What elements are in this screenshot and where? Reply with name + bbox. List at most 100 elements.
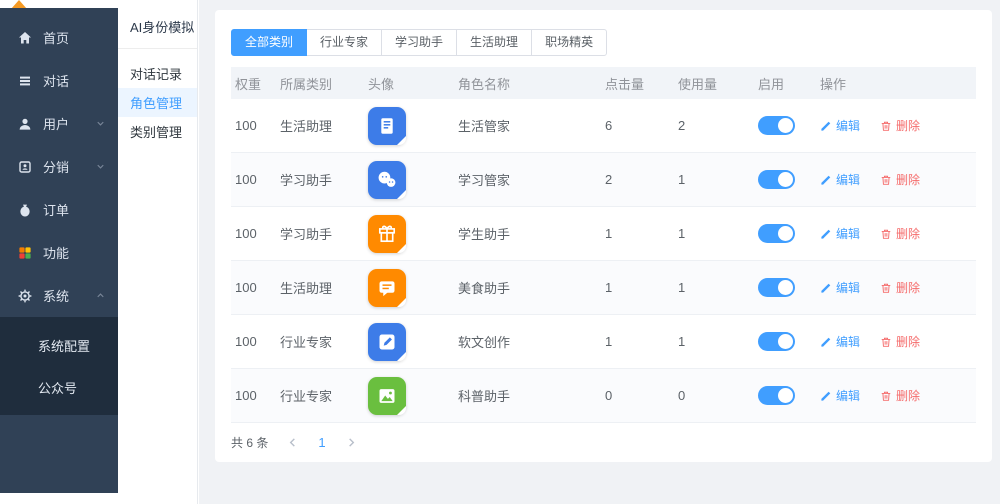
sidebar-item-system[interactable]: 系统 <box>0 274 118 317</box>
chevron-down-icon <box>97 164 104 169</box>
trash-icon <box>881 175 891 185</box>
table-row: 100 生活助理 生活管家 6 2 编辑 删除 <box>231 99 976 153</box>
enable-toggle[interactable] <box>758 224 795 243</box>
edit-button[interactable]: 编辑 <box>820 225 860 242</box>
enable-toggle[interactable] <box>758 170 795 189</box>
delete-button[interactable]: 删除 <box>880 117 920 134</box>
edit-button[interactable]: 编辑 <box>820 171 860 188</box>
edit-button[interactable]: 编辑 <box>820 387 860 404</box>
trash-icon <box>881 283 891 293</box>
clicks-value: 2 <box>605 172 613 187</box>
delete-button[interactable]: 删除 <box>880 225 920 242</box>
page: 首页 对话 用户 分销 订单 功能 系统 系统配置 公众号 AI身份模拟 对话记… <box>0 0 1000 504</box>
edit-label: 编辑 <box>836 281 861 295</box>
edit-button[interactable]: 编辑 <box>820 279 860 296</box>
features-grid-icon <box>19 246 31 259</box>
col-usage: 使用量 <box>678 76 718 92</box>
clicks-value: 6 <box>605 118 613 133</box>
weight-value: 100 <box>235 280 257 295</box>
tab-workplace-elite[interactable]: 职场精英 <box>531 29 608 56</box>
weight-value: 100 <box>235 388 257 403</box>
toggle-knob <box>778 334 793 349</box>
col-weight: 权重 <box>235 76 262 92</box>
delete-label: 删除 <box>896 335 921 349</box>
prev-page-button[interactable] <box>283 434 301 452</box>
usage-value: 1 <box>678 334 686 349</box>
role-avatar <box>368 160 406 199</box>
col-avatar: 头像 <box>368 76 395 92</box>
sidebar-item-users[interactable]: 用户 <box>0 102 118 145</box>
role-name: 科普助手 <box>458 389 511 404</box>
enable-toggle[interactable] <box>758 278 795 297</box>
trash-icon <box>881 121 891 131</box>
col-enabled: 启用 <box>758 76 785 92</box>
sidebar-item-chat[interactable]: 对话 <box>0 59 118 102</box>
role-name: 美食助手 <box>458 281 511 296</box>
delete-button[interactable]: 删除 <box>880 171 920 188</box>
tab-all-categories[interactable]: 全部类别 <box>231 29 308 56</box>
edit-label: 编辑 <box>836 119 861 133</box>
main-area: 全部类别 行业专家 学习助手 生活助理 职场精英 权重 所属类别 头像 角色名称… <box>199 0 1000 504</box>
edit-label: 编辑 <box>836 173 861 187</box>
content-card: 全部类别 行业专家 学习助手 生活助理 职场精英 权重 所属类别 头像 角色名称… <box>215 10 992 462</box>
sidebar-item-home[interactable]: 首页 <box>0 16 118 59</box>
panel-item-role-management[interactable]: 角色管理 <box>118 88 197 117</box>
pencil-icon <box>821 121 831 131</box>
sub-item-label: 系统配置 <box>38 338 91 354</box>
wechat-icon <box>378 171 396 187</box>
delete-button[interactable]: 删除 <box>880 387 920 404</box>
usage-value: 1 <box>678 172 686 187</box>
weight-value: 100 <box>235 118 257 133</box>
sidebar-item-label: 订单 <box>43 203 70 218</box>
sidebar-item-features[interactable]: 功能 <box>0 231 118 274</box>
panel-item-label: 对话记录 <box>130 67 183 82</box>
usage-value: 0 <box>678 388 686 403</box>
role-avatar <box>368 376 406 415</box>
edit-button[interactable]: 编辑 <box>820 117 860 134</box>
table-row: 100 行业专家 科普助手 0 0 编辑 删除 <box>231 369 976 423</box>
toggle-knob <box>778 280 793 295</box>
sidebar-item-label: 功能 <box>43 246 70 261</box>
delete-button[interactable]: 删除 <box>880 279 920 296</box>
delete-label: 删除 <box>896 389 921 403</box>
pagination: 共 6 条 1 <box>231 423 976 462</box>
category-value: 学习助手 <box>280 173 333 188</box>
sidebar-item-orders[interactable]: 订单 <box>0 188 118 231</box>
trash-icon <box>881 229 891 239</box>
table-row: 100 学习助手 学习管家 2 1 编辑 删除 <box>231 153 976 207</box>
sidebar-item-system-config[interactable]: 系统配置 <box>0 324 118 366</box>
usage-value: 1 <box>678 280 686 295</box>
panel-item-category-management[interactable]: 类别管理 <box>118 117 197 146</box>
sidebar-item-label: 首页 <box>43 31 70 46</box>
chevron-up-icon <box>97 293 104 298</box>
tab-life-assistant[interactable]: 生活助理 <box>456 29 533 56</box>
panel-item-label: 类别管理 <box>130 125 183 140</box>
panel-item-chat-records[interactable]: 对话记录 <box>118 59 197 88</box>
toggle-knob <box>778 118 793 133</box>
enable-toggle[interactable] <box>758 116 795 135</box>
role-name: 学习管家 <box>458 173 511 188</box>
chevron-right-icon <box>349 438 355 447</box>
category-value: 行业专家 <box>280 335 333 350</box>
edit-button[interactable]: 编辑 <box>820 333 860 350</box>
role-name: 软文创作 <box>458 335 511 350</box>
table-row: 100 学习助手 学生助手 1 1 编辑 删除 <box>231 207 976 261</box>
table-header: 权重 所属类别 头像 角色名称 点击量 使用量 启用 操作 <box>231 67 976 99</box>
sidebar-item-label: 系统 <box>43 289 70 304</box>
edit-label: 编辑 <box>836 389 861 403</box>
page-number[interactable]: 1 <box>316 435 327 450</box>
category-value: 学习助手 <box>280 227 333 242</box>
sidebar-item-distribution[interactable]: 分销 <box>0 145 118 188</box>
tab-industry-expert[interactable]: 行业专家 <box>306 29 383 56</box>
delete-label: 删除 <box>896 227 921 241</box>
enable-toggle[interactable] <box>758 332 795 351</box>
next-page-button[interactable] <box>343 434 361 452</box>
tab-study-assistant[interactable]: 学习助手 <box>381 29 458 56</box>
distribution-icon <box>19 160 31 173</box>
category-value: 生活助理 <box>280 119 333 134</box>
delete-button[interactable]: 删除 <box>880 333 920 350</box>
enable-toggle[interactable] <box>758 386 795 405</box>
role-name: 学生助手 <box>458 227 511 242</box>
category-tabs: 全部类别 行业专家 学习助手 生活助理 职场精英 <box>231 29 976 56</box>
sidebar-item-official-account[interactable]: 公众号 <box>0 366 118 408</box>
